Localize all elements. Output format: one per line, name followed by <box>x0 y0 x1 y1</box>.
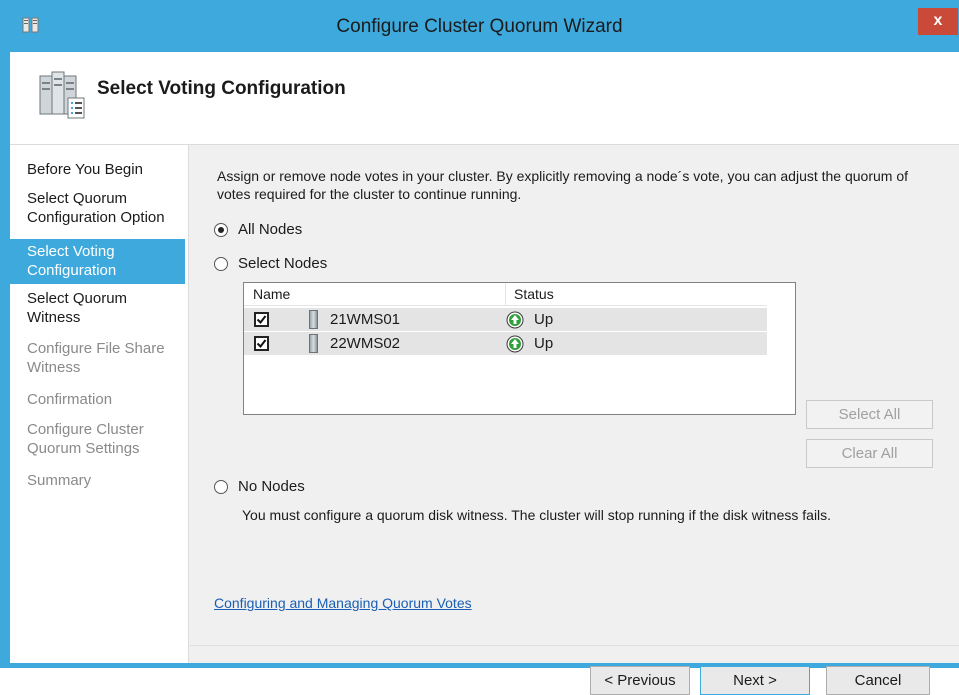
nav-step-confirmation: Confirmation <box>27 391 113 408</box>
column-divider <box>505 283 506 305</box>
cluster-icon <box>39 71 85 119</box>
wizard-body: Select Voting Configuration Before You B… <box>10 52 959 695</box>
select-nodes-label: Select Nodes <box>238 255 328 272</box>
all-nodes-label: All Nodes <box>238 221 303 238</box>
description-text: Assign or remove node votes in your clus… <box>217 168 909 202</box>
clear-all-button[interactable]: Clear All <box>806 439 933 468</box>
node-checkbox[interactable] <box>254 336 269 351</box>
column-header-name[interactable]: Name <box>253 286 290 302</box>
footer-divider <box>190 645 959 646</box>
nav-step-configure-cluster-quorum-settings: Configure Cluster Quorum Settings <box>27 421 144 457</box>
nav-step-select-quorum-configuration-option[interactable]: Select Quorum Configuration Option <box>10 189 180 227</box>
select-nodes-option[interactable]: Select Nodes <box>214 255 327 272</box>
column-header-status[interactable]: Status <box>514 286 554 302</box>
no-nodes-label: No Nodes <box>238 478 305 495</box>
cancel-button[interactable]: Cancel <box>826 666 930 695</box>
nodes-grid: Name Status 21WMS01 Up 22WMS02 Up <box>243 282 796 415</box>
server-icon <box>309 334 318 353</box>
close-button[interactable]: x <box>918 8 958 35</box>
nav-step-select-voting-configuration[interactable]: Select Voting Configuration <box>10 239 185 284</box>
title-bar: Configure Cluster Quorum Wizard x <box>0 0 959 52</box>
window-title: Configure Cluster Quorum Wizard <box>336 16 623 37</box>
page-header: Select Voting Configuration <box>10 52 959 145</box>
all-nodes-radio[interactable] <box>214 222 228 237</box>
help-link[interactable]: Configuring and Managing Quorum Votes <box>214 595 472 611</box>
previous-button[interactable]: < Previous <box>590 666 690 695</box>
nav-step-configure-file-share-witness: Configure File Share Witness <box>27 340 165 376</box>
table-row[interactable]: 21WMS01 Up <box>244 308 767 331</box>
next-button[interactable]: Next > <box>700 666 810 695</box>
no-nodes-note: You must configure a quorum disk witness… <box>242 507 832 523</box>
nav-step-select-quorum-witness[interactable]: Select Quorum Witness <box>10 289 185 327</box>
no-nodes-option[interactable]: No Nodes <box>214 478 305 495</box>
select-all-button[interactable]: Select All <box>806 400 933 429</box>
select-nodes-radio[interactable] <box>214 256 228 271</box>
node-name: 21WMS01 <box>330 311 401 328</box>
no-nodes-radio[interactable] <box>214 479 228 494</box>
grid-header: Name Status <box>244 283 767 306</box>
content-panel: Assign or remove node votes in your clus… <box>190 145 959 695</box>
node-status: Up <box>534 311 554 328</box>
page-title: Select Voting Configuration <box>97 78 346 99</box>
node-checkbox[interactable] <box>254 312 269 327</box>
node-name: 22WMS02 <box>330 335 401 352</box>
nav-step-summary: Summary <box>27 472 92 489</box>
nav-step-before-you-begin[interactable]: Before You Begin <box>10 160 185 179</box>
status-up-icon <box>506 335 524 353</box>
server-icon <box>309 310 318 329</box>
node-status: Up <box>534 335 554 352</box>
wizard-steps-nav: Before You Begin Select Quorum Configura… <box>10 145 189 663</box>
all-nodes-option[interactable]: All Nodes <box>214 221 302 238</box>
status-up-icon <box>506 311 524 329</box>
table-row[interactable]: 22WMS02 Up <box>244 332 767 355</box>
wizard-window: Configure Cluster Quorum Wizard x Select… <box>0 0 959 695</box>
